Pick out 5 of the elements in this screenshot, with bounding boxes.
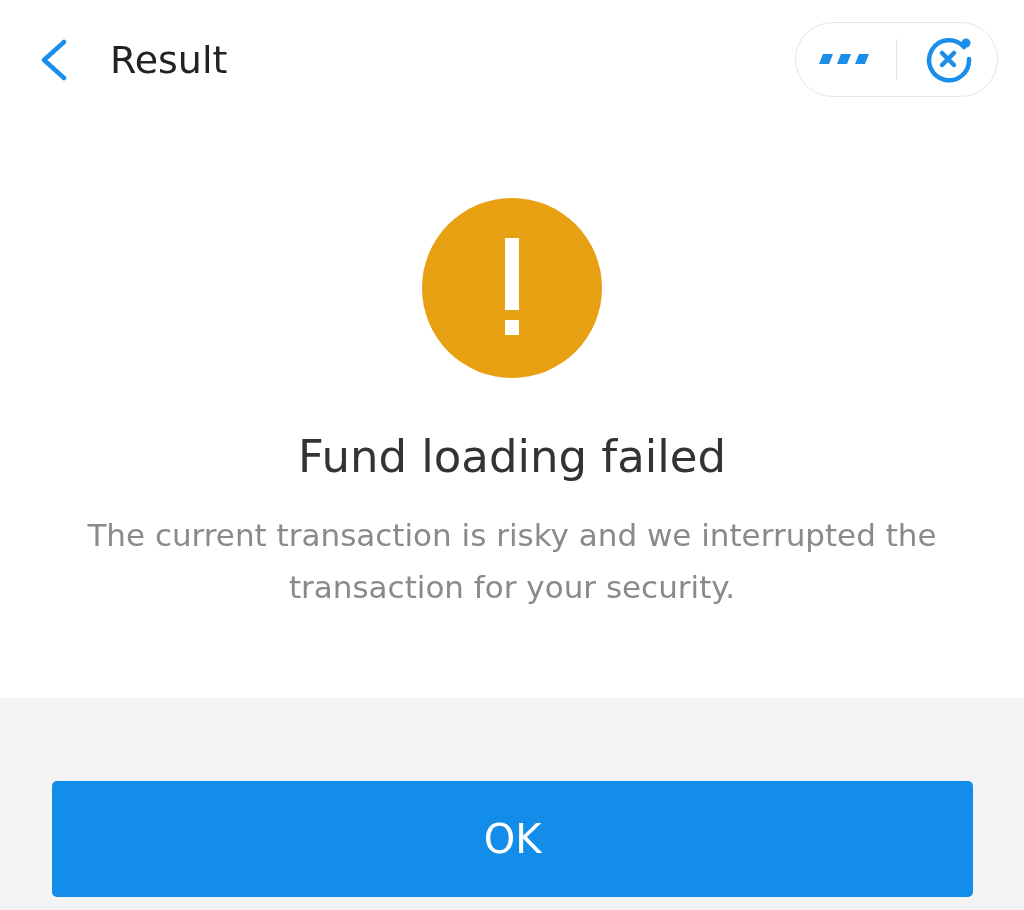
page-title: Result <box>110 38 229 82</box>
more-icon[interactable] <box>819 52 870 66</box>
result-message: The current transaction is risky and we interrupted the transaction for your security. <box>86 516 938 607</box>
ok-button[interactable]: OK <box>52 781 973 897</box>
result-title: Fund loading failed <box>297 430 727 483</box>
